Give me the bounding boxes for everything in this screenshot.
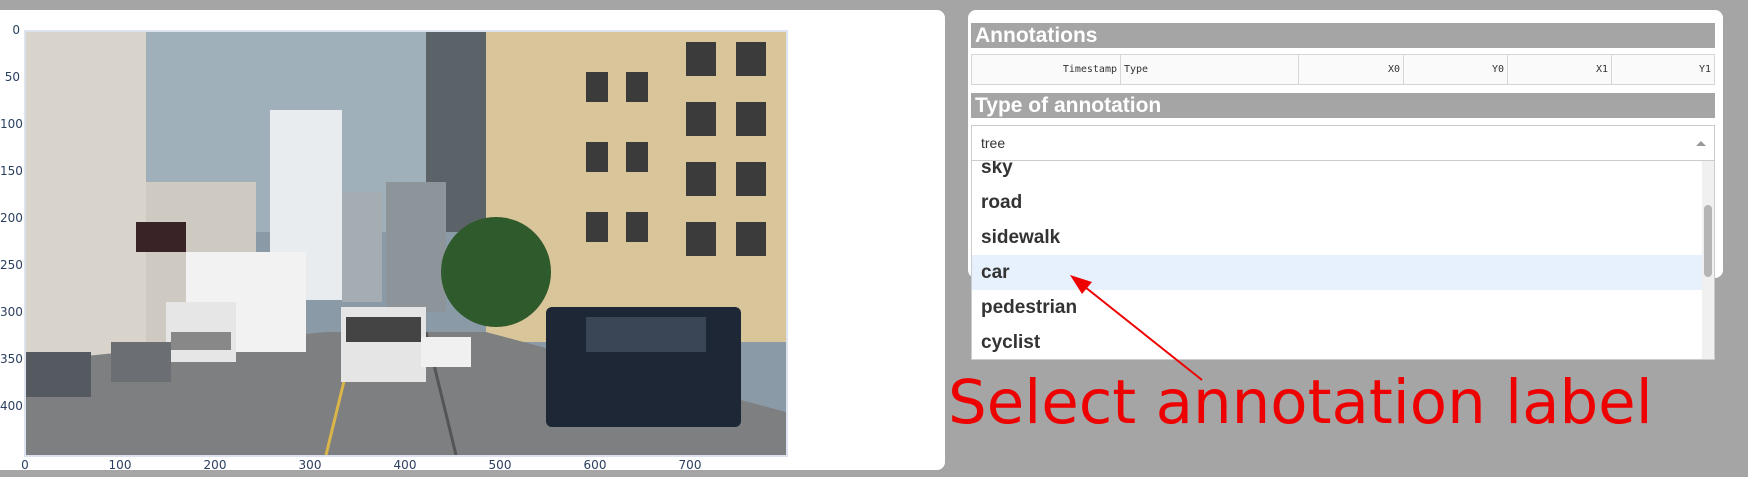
- x-tick: 100: [108, 458, 132, 472]
- y-tick: 350: [0, 352, 23, 366]
- dropdown-option-cyclist[interactable]: cyclist: [972, 325, 1703, 359]
- x-tick: 400: [393, 458, 417, 472]
- column-header-type[interactable]: Type: [1121, 55, 1299, 84]
- dropdown-option-sidewalk[interactable]: sidewalk: [972, 220, 1703, 255]
- y-tick: 150: [0, 164, 23, 178]
- dropdown-option-road[interactable]: road: [972, 185, 1703, 220]
- x-tick: 700: [678, 458, 702, 472]
- y-tick: 100: [0, 117, 23, 131]
- street-photo[interactable]: [24, 30, 788, 457]
- y-tick: 300: [0, 305, 23, 319]
- dropdown-option-pedestrian[interactable]: pedestrian: [972, 290, 1703, 325]
- column-header-x1[interactable]: X1: [1508, 55, 1612, 84]
- image-graph-panel[interactable]: 0 50 100 150 200 250 300 350 400 0 100 2…: [0, 10, 945, 472]
- selected-value: tree: [981, 135, 1006, 151]
- dropdown-scrollbar[interactable]: [1702, 161, 1714, 359]
- x-tick: 600: [583, 458, 607, 472]
- x-tick: 0: [21, 458, 29, 472]
- y-tick: 250: [0, 258, 23, 272]
- type-of-annotation-heading: Type of annotation: [971, 93, 1715, 118]
- annotations-heading: Annotations: [971, 23, 1715, 48]
- x-tick: 300: [298, 458, 322, 472]
- x-tick: 500: [488, 458, 512, 472]
- column-header-x0[interactable]: X0: [1299, 55, 1404, 84]
- y-tick: 0: [12, 23, 20, 37]
- column-header-y1[interactable]: Y1: [1612, 55, 1714, 84]
- annotation-type-dropdown[interactable]: tree: [971, 125, 1715, 161]
- dropdown-option-sky[interactable]: sky: [972, 161, 1703, 185]
- x-tick: 200: [203, 458, 227, 472]
- dropdown-menu[interactable]: sky road sidewalk car pedestrian cyclist: [971, 161, 1715, 360]
- y-tick: 400: [0, 399, 23, 413]
- y-tick: 200: [0, 211, 23, 225]
- callout-text: Select annotation label: [948, 367, 1653, 438]
- street-scene-image: [26, 32, 786, 455]
- column-header-y0[interactable]: Y0: [1404, 55, 1508, 84]
- scrollbar-thumb[interactable]: [1704, 205, 1712, 277]
- column-header-timestamp[interactable]: Timestamp: [972, 55, 1121, 84]
- chevron-up-icon[interactable]: [1696, 141, 1706, 146]
- annotations-table[interactable]: Timestamp Type X0 Y0 X1 Y1: [971, 54, 1715, 85]
- y-tick: 50: [4, 70, 20, 84]
- dropdown-option-car[interactable]: car: [972, 255, 1703, 290]
